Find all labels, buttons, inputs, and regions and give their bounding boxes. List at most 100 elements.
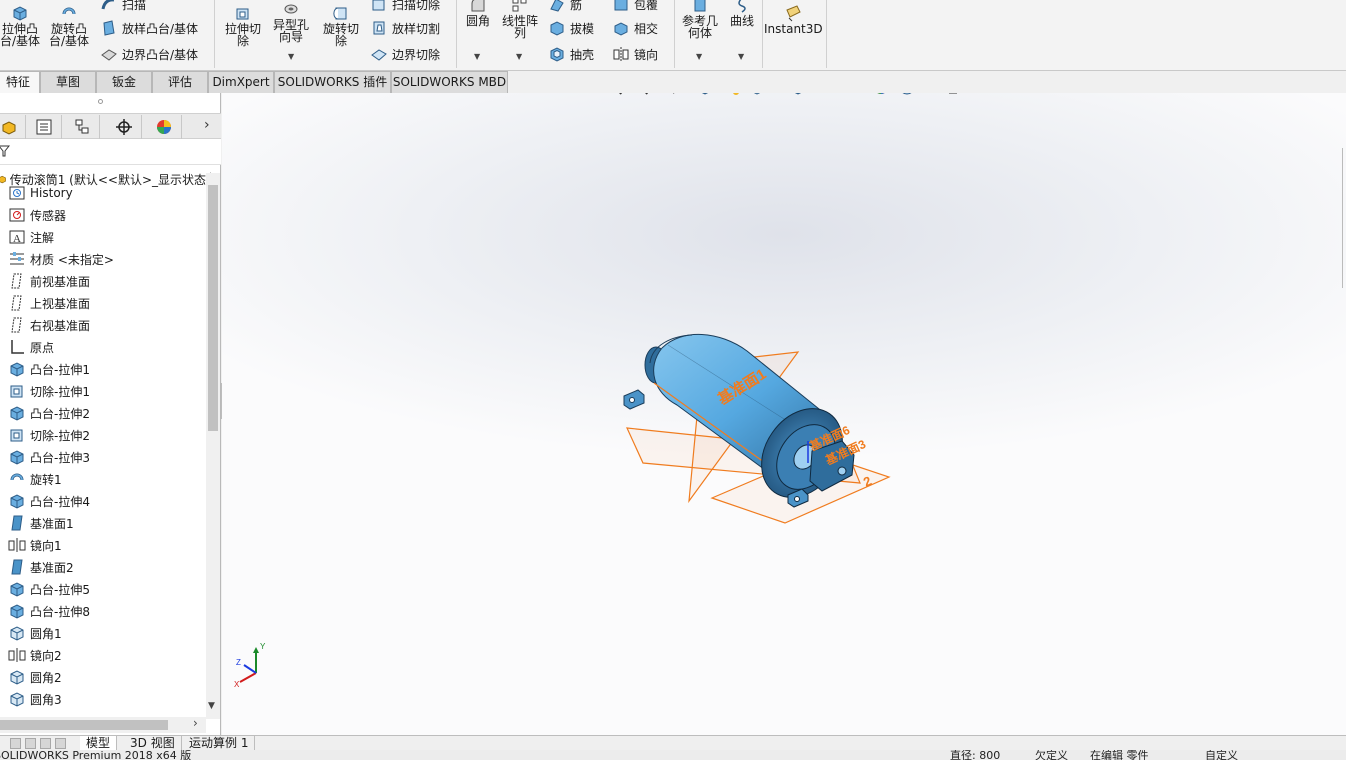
tab-3d-view[interactable]: 3D 视图 [124,736,182,751]
sweep-cut-button[interactable]: 扫描切除 [370,0,440,14]
tree-item[interactable]: 凸台-拉伸4 [8,490,90,512]
extrude-boss-button[interactable]: 拉伸凸 台/基体 [0,4,40,47]
intersect-button[interactable]: 相交 [612,18,658,38]
tab-solidworks-addins[interactable]: SOLIDWORKS 插件 [274,71,391,93]
pane-splitter-dot[interactable] [98,99,103,104]
tab-solidworks-mbd[interactable]: SOLIDWORKS MBD [391,71,508,93]
display-style-icon[interactable] [788,93,808,97]
fillet-dropdown[interactable]: ▼ [474,52,480,61]
tree-item[interactable]: 凸台-拉伸8 [8,600,90,622]
zoom-to-area-icon[interactable] [643,93,663,97]
filter-icon[interactable] [0,144,10,158]
task-pane-edge[interactable] [1342,148,1346,288]
loft-boss-button[interactable]: 放样凸台/基体 [100,18,198,38]
tree-hscroll-thumb[interactable] [0,720,168,730]
tree-item[interactable]: A 注解 [8,226,54,248]
dimxpert-manager-tab[interactable] [106,115,142,139]
view-settings-icon[interactable] [943,93,963,97]
restore-left-icon[interactable]: ⧠ [1239,93,1249,94]
property-manager-tab[interactable] [26,115,62,139]
extrude-cut-button[interactable]: 拉伸切 除 [220,4,266,47]
tab-features[interactable]: 特征 [0,71,40,93]
revolve-boss-button[interactable]: 旋转凸 台/基体 [46,4,92,47]
fillet-button[interactable]: 圆角 [460,0,496,27]
last-tab-button[interactable] [55,738,66,749]
tree-item[interactable]: 圆角3 [8,688,62,710]
boundary-cut-button[interactable]: 边界切除 [370,44,440,64]
tree-item[interactable]: 原点 [8,336,54,358]
tree-item[interactable]: 右视基准面 [8,314,90,336]
boundary-boss-button[interactable]: 边界凸台/基体 [100,44,198,64]
zoom-to-fit-icon[interactable] [617,93,637,97]
hole-wizard-button[interactable]: 异型孔 向导 [268,0,314,43]
instant3d-button[interactable]: Instant3D [764,4,823,35]
wrap-label: 包覆 [634,0,659,12]
tree-item[interactable]: 切除-拉伸1 [8,380,90,402]
curves-button[interactable]: 曲线 [725,0,759,27]
loft-cut-button[interactable]: 放样切割 [370,18,440,38]
dynamic-annotation-icon[interactable] [721,93,741,97]
tree-scroll-thumb[interactable] [208,185,218,431]
pattern-dropdown[interactable]: ▼ [516,52,522,61]
ref-geometry-dropdown[interactable]: ▼ [696,52,702,61]
linear-pattern-button[interactable]: 线性阵 列 [497,0,543,39]
tree-horizontal-scrollbar[interactable] [0,717,206,733]
tree-filter-row[interactable] [0,139,221,165]
tab-evaluate[interactable]: 评估 [152,71,208,93]
shell-button[interactable]: 抽壳 [548,44,594,64]
curves-dropdown[interactable]: ▼ [738,52,744,61]
hide-show-items-icon[interactable] [830,93,850,97]
tree-item[interactable]: History [8,182,73,204]
feature-manager-tab[interactable] [0,115,26,139]
tab-sketch[interactable]: 草图 [40,71,96,93]
next-tab-button[interactable] [40,738,51,749]
tree-item[interactable]: 切除-拉伸2 [8,424,90,446]
revolve-cut-button[interactable]: 旋转切 除 [318,4,364,47]
tree-scroll-right[interactable]: › [193,716,198,730]
tree-item[interactable]: 凸台-拉伸1 [8,358,90,380]
tab-sheet-metal[interactable]: 钣金 [96,71,152,93]
tree-item[interactable]: 凸台-拉伸2 [8,402,90,424]
prev-tab-button[interactable] [25,738,36,749]
tab-model[interactable]: 模型 [80,736,118,751]
apply-scene-icon[interactable] [897,93,917,97]
wrap-button[interactable]: 包覆 [612,0,658,14]
tree-item-label: 凸台-拉伸2 [30,406,90,421]
edit-appearance-icon[interactable] [871,93,891,97]
first-tab-button[interactable] [10,738,21,749]
tree-item[interactable]: 圆角1 [8,622,62,644]
tree-item[interactable]: 镜向2 [8,644,62,666]
tab-dimxpert[interactable]: DimXpert [208,71,274,93]
sweep-button[interactable]: 扫描 [100,0,146,14]
tree-item[interactable]: 前视基准面 [8,270,90,292]
tree-item[interactable]: 旋转1 [8,468,62,490]
feature-tree: History 传感器 A 注解 材质 <未指定> 前视基准面 上视基准面 右视基准面 原点 凸台… [0,169,206,717]
tree-vertical-scrollbar[interactable] [206,173,220,719]
reference-geometry-button[interactable]: 参考几 何体 [677,0,723,39]
view-orientation-icon[interactable] [747,93,767,97]
tree-item[interactable]: 镜向1 [8,534,62,556]
graphics-area[interactable]: ▼ ▼ ▼ ▼ ▼ ⧠ ⧠ — ❐ [222,93,1346,735]
configuration-manager-tab[interactable] [64,115,100,139]
tree-item[interactable]: 基准面2 [8,556,74,578]
draft-button[interactable]: 拔模 [548,18,594,38]
section-view-icon[interactable] [695,93,715,97]
tree-item[interactable]: 材质 <未指定> [8,248,114,270]
display-manager-tab[interactable] [146,115,182,139]
status-units[interactable]: 自定义 [1205,750,1238,760]
tree-scroll-down[interactable]: ▼ [208,701,215,711]
tree-item[interactable]: 基准面1 [8,512,74,534]
tree-item[interactable]: 凸台-拉伸3 [8,446,90,468]
tree-item[interactable]: 凸台-拉伸5 [8,578,90,600]
mirror-button[interactable]: 镜向 [612,44,658,64]
previous-view-icon[interactable] [669,93,689,97]
pane-tabs-more-arrow[interactable]: › [204,117,210,133]
tab-motion-study[interactable]: 运动算例 1 [183,736,256,751]
drive-drum-model[interactable]: 基准面1 基准面6 基准面3 2 [602,323,902,553]
rib-button[interactable]: 筋 [548,0,582,14]
restore-right-icon[interactable]: ⧠ [1265,93,1275,94]
tree-item[interactable]: 传感器 [8,204,66,226]
tree-item[interactable]: 上视基准面 [8,292,90,314]
hole-wizard-dropdown[interactable]: ▼ [288,52,294,61]
tree-item[interactable]: 圆角2 [8,666,62,688]
